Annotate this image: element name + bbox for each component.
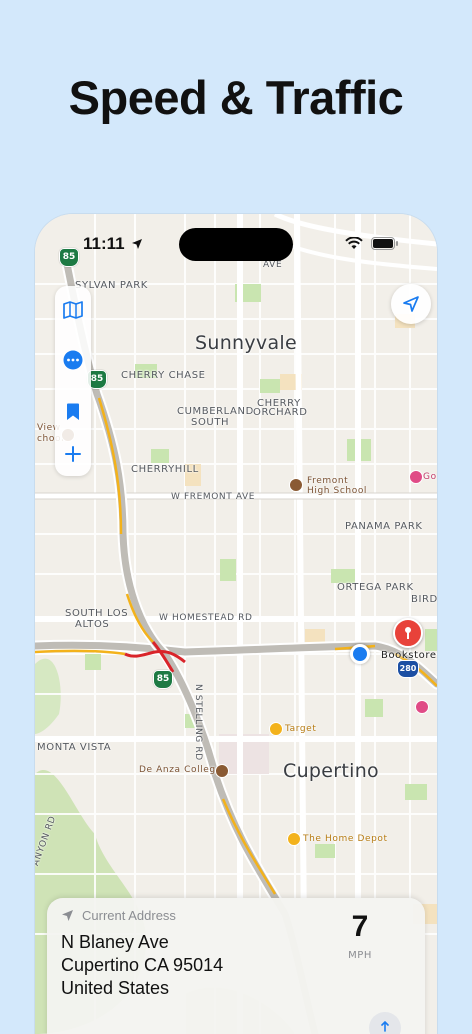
speed-value: 7 (351, 910, 369, 943)
card-header-label: Current Address (82, 908, 176, 923)
map-label-cupertino: Cupertino (283, 760, 379, 782)
share-button[interactable] (369, 1012, 401, 1034)
map-label-homestead-rd: W HOMESTEAD RD (159, 613, 253, 623)
locate-button[interactable] (391, 284, 431, 324)
map-label-go: Go (423, 472, 437, 482)
map-label-sunnyvale: Sunnyvale (195, 332, 297, 354)
school-poi-icon (289, 478, 303, 492)
headline: Speed & Traffic (68, 71, 404, 124)
map-label-de-anza: De Anza College (139, 765, 222, 775)
add-button[interactable] (55, 436, 91, 472)
destination-pin-icon[interactable] (393, 618, 423, 648)
map-label-monta-vista: MONTA VISTA (37, 742, 112, 753)
map-label-south-los-altos-1: SOUTH LOS (65, 608, 129, 619)
map-label-n-stelling-rd: N STELLING RD (193, 684, 203, 761)
more-button[interactable] (55, 342, 91, 378)
bookmark-icon (67, 403, 79, 420)
sr85-shield-bottom: 85 (153, 670, 173, 689)
map-label-home-depot: The Home Depot (303, 834, 388, 844)
map-label-south-los-altos-2: ALTOS (75, 619, 110, 630)
address-line-3: United States (61, 978, 170, 998)
speed-unit: MPH (348, 950, 372, 961)
map-controls (55, 286, 91, 476)
battery-icon (371, 237, 398, 250)
ellipsis-circle-icon (63, 350, 83, 370)
card-header: Current Address (61, 908, 176, 923)
map-icon (63, 301, 83, 319)
location-arrow-icon (403, 296, 419, 312)
map-mode-button[interactable] (55, 292, 91, 328)
map-label-fremont-high-1: Fremont (307, 476, 349, 486)
current-address-card[interactable]: Current Address N Blaney Ave Cupertino C… (47, 898, 425, 1034)
map-label-cherryhill: CHERRYHILL (131, 464, 199, 475)
status-time: 11:11 (83, 234, 143, 254)
status-time-text: 11:11 (83, 234, 125, 253)
map-label-fremont-high-2: High School (307, 486, 368, 496)
location-active-icon (132, 239, 143, 249)
map-label-birdl: BIRDL (411, 594, 437, 605)
user-location-dot (350, 644, 370, 664)
address-line-1: N Blaney Ave (61, 932, 169, 952)
address-line-2: Cupertino CA 95014 (61, 955, 224, 975)
college-poi-icon (215, 764, 229, 778)
target-poi-icon (269, 722, 283, 736)
location-arrow-small-icon (62, 910, 73, 921)
status-bar: 11:11 (35, 214, 437, 268)
map-label-ortega-park: ORTEGA PARK (337, 582, 414, 593)
bookmarks-button[interactable] (55, 394, 91, 430)
wifi-icon (345, 237, 363, 249)
phone-screen: SYLVAN PARK Sunnyvale AVE CHERRY CHASE C… (35, 214, 437, 1034)
i280-shield: 280 (397, 660, 419, 678)
share-icon (381, 1021, 389, 1032)
map-label-target: Target (285, 724, 317, 734)
shopping-poi-icon (409, 470, 423, 484)
dynamic-island (179, 228, 293, 261)
map-label-cherry-chase: CHERRY CHASE (121, 370, 206, 381)
map-label-cumberland-south-2: SOUTH (191, 417, 230, 428)
home-depot-poi-icon (287, 832, 301, 846)
map-label-panama-park: PANAMA PARK (345, 521, 423, 532)
map-label-cumberland-south-1: CUMBERLAND (177, 406, 254, 417)
restaurant-poi-icon (415, 700, 429, 714)
map-label-fremont-ave: W FREMONT AVE (171, 492, 256, 502)
plus-icon (65, 446, 81, 462)
map-label-cherry-orchard-2: ORCHARD (253, 407, 308, 418)
